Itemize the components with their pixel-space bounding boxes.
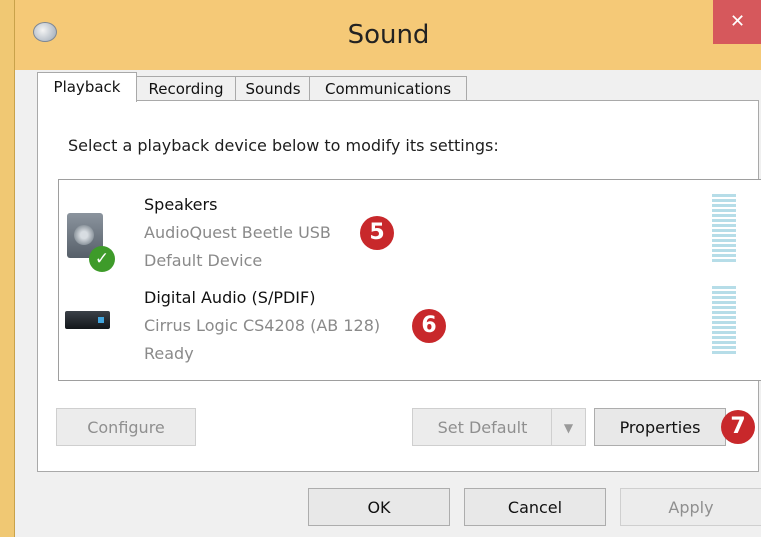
- callout-badge-6: 6: [412, 309, 446, 343]
- device-model: AudioQuest Beetle USB: [144, 223, 331, 242]
- device-list: ✓ Speakers AudioQuest Beetle USB Default…: [58, 179, 761, 381]
- sound-dialog: Sound ✕ Playback Recording Sounds Commun…: [14, 0, 761, 537]
- set-default-label: Set Default: [437, 418, 528, 437]
- speaker-cone: [74, 225, 94, 245]
- volume-level-meter: [712, 194, 736, 262]
- callout-badge-7: 7: [721, 410, 755, 444]
- cancel-button[interactable]: Cancel: [464, 488, 606, 526]
- tab-communications[interactable]: Communications: [309, 76, 467, 101]
- volume-level-meter: [712, 286, 736, 354]
- dropdown-arrow-icon[interactable]: ▼: [551, 409, 585, 445]
- properties-button[interactable]: Properties: [594, 408, 726, 446]
- playback-panel: Select a playback device below to modify…: [37, 100, 761, 472]
- set-default-button[interactable]: Set Default ▼: [412, 408, 586, 446]
- close-icon: ✕: [729, 11, 746, 32]
- device-model: Cirrus Logic CS4208 (AB 128): [144, 316, 381, 335]
- device-status: Default Device: [144, 251, 263, 270]
- configure-button[interactable]: Configure: [56, 408, 196, 446]
- apply-button[interactable]: Apply: [620, 488, 761, 526]
- device-item-digital-audio[interactable]: Digital Audio (S/PDIF) Cirrus Logic CS42…: [59, 278, 761, 368]
- close-button[interactable]: ✕: [713, 0, 761, 44]
- device-name: Digital Audio (S/PDIF): [144, 288, 316, 307]
- instruction-text: Select a playback device below to modify…: [68, 136, 499, 155]
- window-title: Sound: [347, 20, 430, 50]
- title-bar[interactable]: Sound ✕: [15, 0, 761, 70]
- tab-playback[interactable]: Playback: [37, 72, 137, 102]
- device-item-speakers[interactable]: ✓ Speakers AudioQuest Beetle USB Default…: [59, 180, 761, 272]
- device-led: [98, 317, 104, 323]
- tab-sounds[interactable]: Sounds: [235, 76, 311, 101]
- device-name: Speakers: [144, 195, 218, 214]
- callout-badge-5: 5: [360, 216, 394, 250]
- default-check-icon: ✓: [89, 246, 115, 272]
- device-status: Ready: [144, 344, 194, 363]
- ok-button[interactable]: OK: [308, 488, 450, 526]
- spdif-device-icon: [65, 311, 110, 329]
- tab-recording[interactable]: Recording: [135, 76, 237, 101]
